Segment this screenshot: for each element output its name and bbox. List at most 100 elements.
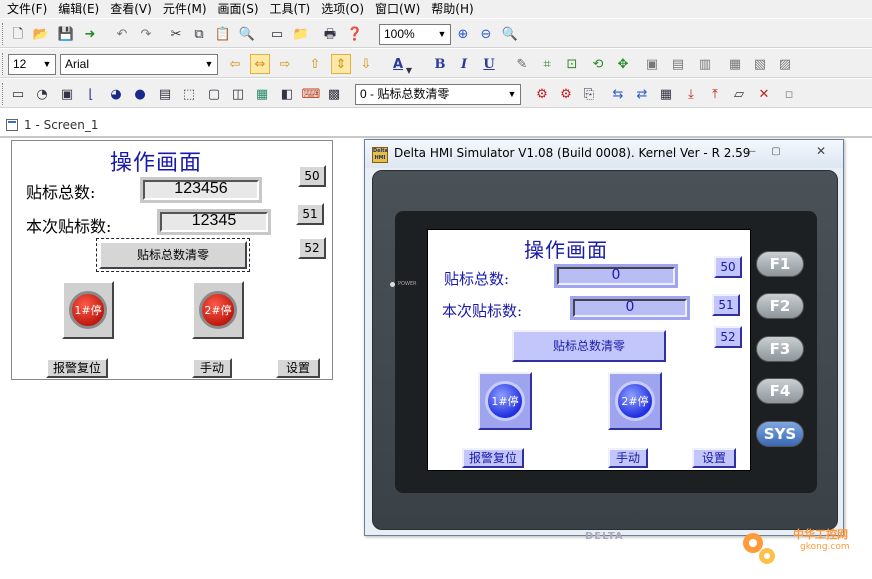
find-icon[interactable]: 🔍 <box>237 24 257 44</box>
copy-icon[interactable]: ⧉ <box>189 24 209 44</box>
redo-icon[interactable]: ↷ <box>136 24 156 44</box>
print-icon[interactable]: 🖶 <box>320 24 340 44</box>
new-screen-icon[interactable]: ▭ <box>267 24 287 44</box>
hmi-settings-button[interactable]: 设置 <box>692 448 736 468</box>
simulate-online-icon[interactable]: ▦ <box>656 84 676 104</box>
undo-icon[interactable]: ↶ <box>112 24 132 44</box>
toolbar-grip[interactable] <box>2 23 5 45</box>
download-icon[interactable]: ⇆ <box>608 84 628 104</box>
help-icon[interactable]: ❓ <box>345 24 365 44</box>
hmi-total-display[interactable]: 0 <box>554 264 678 288</box>
input-element-icon[interactable]: ⬚ <box>179 84 199 104</box>
menu-screen[interactable]: 画面(S) <box>214 1 266 17</box>
menu-tools[interactable]: 工具(T) <box>266 1 318 17</box>
sys-key[interactable]: SYS <box>756 421 804 447</box>
simulator-window[interactable]: Delta HMI Delta HMI Simulator V1.08 (Bui… <box>364 139 844 542</box>
clear-total-button[interactable]: 贴标总数清零 <box>99 241 247 269</box>
group-icon[interactable]: ▦ <box>725 54 745 74</box>
minimize-icon[interactable]: — <box>739 143 763 159</box>
hmi-screen-51-button[interactable]: 51 <box>712 294 740 316</box>
hmi-screen-52-button[interactable]: 52 <box>714 326 742 348</box>
transfer-up-icon[interactable]: ⤒ <box>705 84 725 104</box>
bold-button[interactable]: B <box>430 54 450 74</box>
screen-editor-canvas[interactable]: 操作画面 贴标总数: 123456 本次贴标数: 12345 50 51 52 … <box>11 140 333 380</box>
f2-key[interactable]: F2 <box>756 293 804 319</box>
object-icon[interactable]: ⎘ <box>579 84 599 104</box>
menu-edit[interactable]: 编辑(E) <box>54 1 106 17</box>
stop-1-button[interactable]: 1#停 <box>62 281 114 339</box>
sampling-element-icon[interactable]: ◧ <box>277 84 297 104</box>
transfer-down-icon[interactable]: ⤓ <box>681 84 701 104</box>
align-right-arrow-icon[interactable]: ⇨ <box>275 54 295 74</box>
line-chart-icon[interactable]: ⌊ <box>81 84 101 104</box>
meter-element-icon[interactable]: ◔ <box>32 84 52 104</box>
paste-icon[interactable]: 📋 <box>213 24 233 44</box>
settings-button[interactable]: 设置 <box>276 358 320 378</box>
new-file-icon[interactable]: 🗋 <box>8 24 28 44</box>
compile-icon[interactable]: ⚙ <box>532 84 552 104</box>
align-top-arrow-icon[interactable]: ⇧ <box>305 54 325 74</box>
layer-back-icon[interactable]: ▤ <box>668 54 688 74</box>
layer-up-icon[interactable]: ▥ <box>695 54 715 74</box>
zoom-out-icon[interactable]: ⊖ <box>476 24 496 44</box>
save-icon[interactable]: 💾 <box>56 24 76 44</box>
table-element-icon[interactable]: ▦ <box>252 84 272 104</box>
screen-51-button[interactable]: 51 <box>296 203 324 225</box>
maximize-icon[interactable]: ▢ <box>764 143 788 159</box>
hmi-screen-50-button[interactable]: 50 <box>714 256 742 278</box>
display-element-icon[interactable]: ▣ <box>57 84 77 104</box>
window-element-icon[interactable]: ▢ <box>204 84 224 104</box>
cut-icon[interactable]: ✂ <box>166 24 186 44</box>
total-numeric-display[interactable]: 123456 <box>140 177 262 203</box>
font-name-select[interactable]: Arial ▼ <box>60 54 218 75</box>
export-icon[interactable]: ➜ <box>80 24 100 44</box>
rotate-icon[interactable]: ⟲ <box>588 54 608 74</box>
menu-help[interactable]: 帮助(H) <box>427 1 480 17</box>
properties-icon[interactable]: ▱ <box>729 84 749 104</box>
align-bottom-arrow-icon[interactable]: ⇩ <box>356 54 376 74</box>
pen-icon[interactable]: ✎ <box>512 54 532 74</box>
manual-button[interactable]: 手动 <box>192 358 232 378</box>
f3-key[interactable]: F3 <box>756 336 804 362</box>
menu-element[interactable]: 元件(M) <box>159 1 214 17</box>
circle-icon[interactable]: ● <box>130 84 150 104</box>
chart-element-icon[interactable]: ◫ <box>228 84 248 104</box>
italic-button[interactable]: I <box>454 54 474 74</box>
underline-button[interactable]: U <box>479 54 499 74</box>
hmi-manual-button[interactable]: 手动 <box>608 448 648 468</box>
lock-icon[interactable]: ▨ <box>775 54 795 74</box>
barcode-element-icon[interactable]: ▩ <box>324 84 344 104</box>
hmi-stop-2-button[interactable]: 2#停 <box>608 372 662 430</box>
menu-options[interactable]: 选项(O) <box>317 1 371 17</box>
toolbar-grip[interactable] <box>2 83 5 105</box>
select-frame-icon[interactable]: ⊡ <box>562 54 582 74</box>
ungroup-icon[interactable]: ▧ <box>750 54 770 74</box>
delete-icon[interactable]: ✕ <box>754 84 774 104</box>
hmi-alarm-reset-button[interactable]: 报警复位 <box>462 448 524 468</box>
move-icon[interactable]: ✥ <box>613 54 633 74</box>
hmi-clear-total-button[interactable]: 贴标总数清零 <box>512 330 666 362</box>
font-size-select[interactable]: 12 ▼ <box>8 54 56 75</box>
menu-view[interactable]: 查看(V) <box>106 1 159 17</box>
screen-tab[interactable]: 1 - Screen_1 <box>6 114 98 136</box>
upload-icon[interactable]: ⇄ <box>632 84 652 104</box>
align-left-arrow-icon[interactable]: ⇦ <box>225 54 245 74</box>
screen-50-button[interactable]: 50 <box>298 165 326 187</box>
settings-icon[interactable]: ▫ <box>779 84 799 104</box>
screen-52-button[interactable]: 52 <box>298 237 326 259</box>
layer-front-icon[interactable]: ▣ <box>642 54 662 74</box>
screen-select[interactable]: 0 - 贴标总数清零 ▼ <box>355 84 521 105</box>
compile-all-icon[interactable]: ⚙ <box>556 84 576 104</box>
zoom-select[interactable]: 100% ▼ <box>379 24 451 45</box>
current-numeric-display[interactable]: 12345 <box>157 209 271 235</box>
bitmap-icon[interactable]: ▤ <box>155 84 175 104</box>
toolbar-grip[interactable] <box>2 53 5 75</box>
button-element-icon[interactable]: ▭ <box>8 84 28 104</box>
f1-key[interactable]: F1 <box>756 251 804 277</box>
align-center-arrow-icon[interactable]: ⇔ <box>250 54 270 74</box>
open-screen-icon[interactable]: 📁 <box>291 24 311 44</box>
menu-window[interactable]: 窗口(W) <box>371 1 427 17</box>
f4-key[interactable]: F4 <box>756 378 804 404</box>
hmi-screen[interactable]: 操作画面 贴标总数: 0 本次贴标数: 0 50 51 52 贴标总数清零 1#… <box>427 229 751 471</box>
stop-2-button[interactable]: 2#停 <box>192 281 244 339</box>
